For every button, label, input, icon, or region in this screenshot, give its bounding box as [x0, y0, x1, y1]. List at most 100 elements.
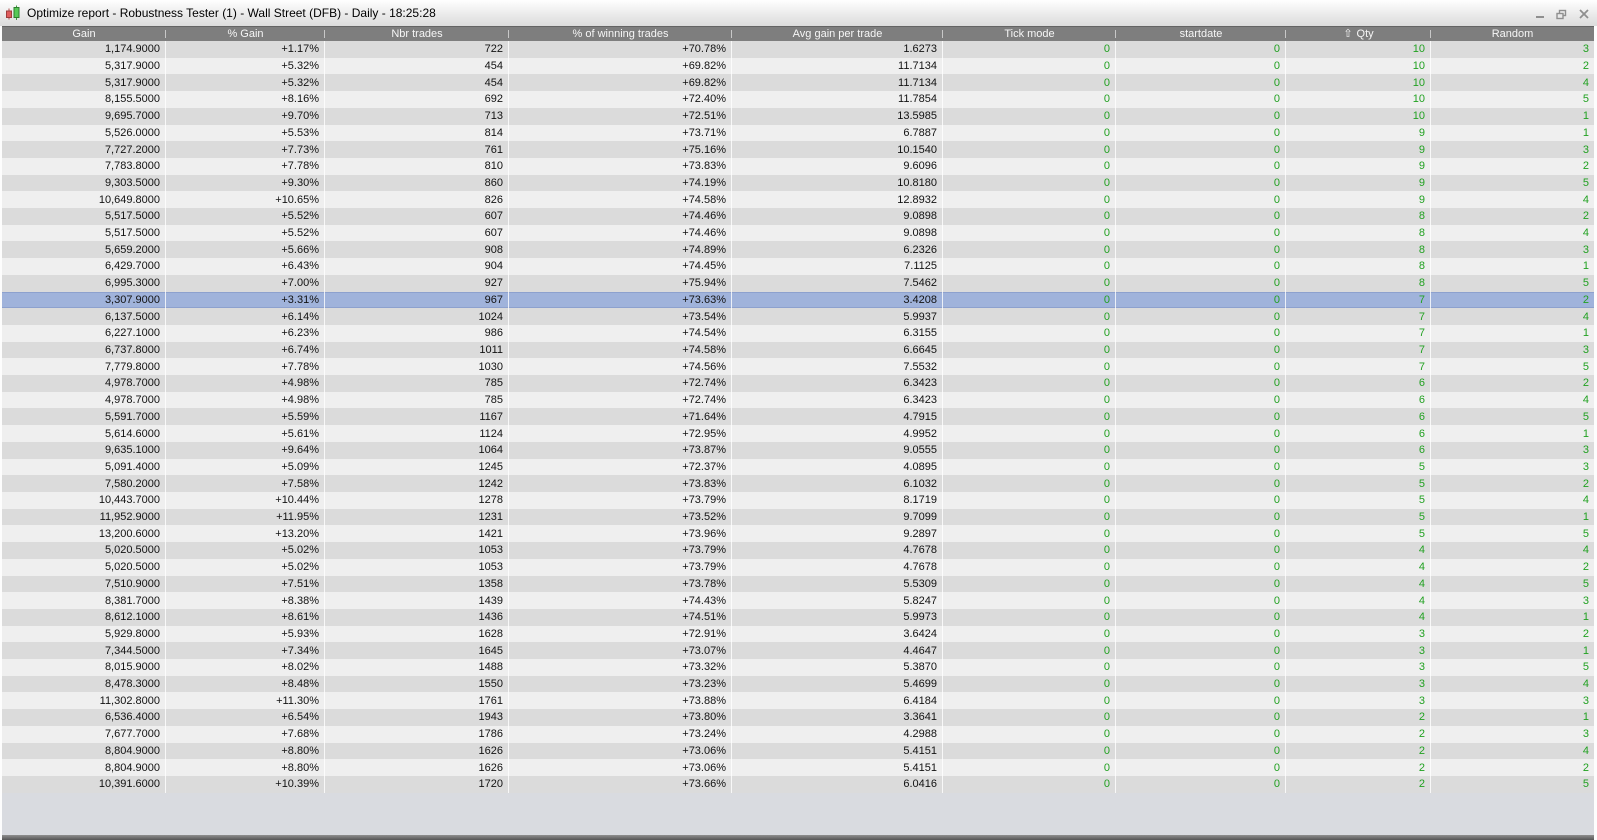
cell-random[interactable]: 4: [1431, 542, 1594, 559]
cell-gain[interactable]: 7,510.9000: [2, 575, 166, 593]
cell-tick-mode[interactable]: 0: [943, 375, 1116, 392]
cell-tick-mode[interactable]: 0: [943, 425, 1116, 442]
cell-startdate[interactable]: 0: [1116, 441, 1286, 459]
cell-nbr-trades[interactable]: 607: [325, 224, 509, 242]
cell-random[interactable]: 2: [1431, 292, 1594, 309]
cell-nbr-trades[interactable]: 810: [325, 157, 509, 175]
cell-startdate[interactable]: 0: [1116, 391, 1286, 409]
cell-avg-gain[interactable]: 7.1125: [732, 258, 943, 275]
cell-tick-mode[interactable]: 0: [943, 391, 1116, 409]
cell-avg-gain[interactable]: 12.8932: [732, 191, 943, 209]
cell-startdate[interactable]: 0: [1116, 491, 1286, 509]
cell-avg-gain[interactable]: 6.7887: [732, 124, 943, 142]
cell-pct-gain[interactable]: +6.43%: [166, 258, 325, 275]
cell-tick-mode[interactable]: 0: [943, 341, 1116, 359]
cell-nbr-trades[interactable]: 761: [325, 141, 509, 158]
cell-nbr-trades[interactable]: 1436: [325, 608, 509, 626]
cell-pct-winning[interactable]: +74.58%: [509, 341, 732, 359]
cell-pct-gain[interactable]: +11.30%: [166, 692, 325, 710]
cell-avg-gain[interactable]: 5.5309: [732, 575, 943, 593]
cell-gain[interactable]: 5,091.4000: [2, 458, 166, 476]
table-row[interactable]: 5,517.5000 +5.52% 607 +74.46% 9.0898 0 0 8 4: [2, 224, 1594, 242]
cell-qty[interactable]: 3: [1286, 642, 1431, 660]
cell-avg-gain[interactable]: 6.0416: [732, 775, 943, 793]
cell-nbr-trades[interactable]: 785: [325, 391, 509, 409]
cell-pct-winning[interactable]: +72.51%: [509, 107, 732, 125]
cell-pct-winning[interactable]: +74.46%: [509, 208, 732, 225]
table-row[interactable]: 8,015.9000 +8.02% 1488 +73.32% 5.3870 0 0 3 5: [2, 659, 1594, 676]
cell-nbr-trades[interactable]: 1231: [325, 508, 509, 526]
cell-pct-winning[interactable]: +72.37%: [509, 458, 732, 476]
table-row[interactable]: 11,952.9000 +11.95% 1231 +73.52% 9.7099 0 0 5 1: [2, 508, 1594, 526]
cell-avg-gain[interactable]: 9.0898: [732, 224, 943, 242]
cell-pct-winning[interactable]: +75.94%: [509, 274, 732, 292]
cell-pct-winning[interactable]: +72.95%: [509, 425, 732, 442]
cell-pct-winning[interactable]: +74.58%: [509, 191, 732, 209]
cell-nbr-trades[interactable]: 1761: [325, 692, 509, 710]
cell-nbr-trades[interactable]: 1242: [325, 475, 509, 492]
cell-gain[interactable]: 6,227.1000: [2, 324, 166, 342]
cell-qty[interactable]: 10: [1286, 91, 1431, 108]
cell-pct-gain[interactable]: +8.80%: [166, 742, 325, 760]
cell-avg-gain[interactable]: 4.0895: [732, 458, 943, 476]
cell-startdate[interactable]: 0: [1116, 341, 1286, 359]
column-header-gain[interactable]: Gain: [2, 27, 166, 41]
cell-pct-gain[interactable]: +6.14%: [166, 308, 325, 325]
cell-tick-mode[interactable]: 0: [943, 542, 1116, 559]
cell-pct-gain[interactable]: +5.93%: [166, 625, 325, 643]
cell-gain[interactable]: 8,155.5000: [2, 91, 166, 108]
column-header-nbr-trades[interactable]: Nbr trades: [325, 27, 509, 41]
cell-avg-gain[interactable]: 4.7678: [732, 542, 943, 559]
column-header-startdate[interactable]: startdate: [1116, 27, 1286, 41]
cell-gain[interactable]: 6,737.8000: [2, 341, 166, 359]
cell-avg-gain[interactable]: 9.7099: [732, 508, 943, 526]
cell-avg-gain[interactable]: 4.7678: [732, 558, 943, 576]
cell-qty[interactable]: 8: [1286, 241, 1431, 259]
cell-pct-winning[interactable]: +73.24%: [509, 725, 732, 743]
cell-gain[interactable]: 8,804.9000: [2, 759, 166, 776]
cell-pct-gain[interactable]: +5.32%: [166, 74, 325, 92]
cell-pct-gain[interactable]: +5.52%: [166, 208, 325, 225]
restore-button[interactable]: [1556, 9, 1567, 20]
close-button[interactable]: [1578, 9, 1589, 20]
cell-gain[interactable]: 6,429.7000: [2, 258, 166, 275]
cell-gain[interactable]: 13,200.6000: [2, 525, 166, 543]
cell-pct-gain[interactable]: +7.34%: [166, 642, 325, 660]
cell-pct-gain[interactable]: +3.31%: [166, 291, 325, 309]
cell-tick-mode[interactable]: 0: [943, 675, 1116, 693]
cell-random[interactable]: 1: [1431, 125, 1594, 142]
cell-gain[interactable]: 10,391.6000: [2, 775, 166, 793]
cell-avg-gain[interactable]: 10.8180: [732, 174, 943, 192]
cell-random[interactable]: 2: [1431, 626, 1594, 643]
cell-nbr-trades[interactable]: 814: [325, 124, 509, 142]
table-row[interactable]: 5,020.5000 +5.02% 1053 +73.79% 4.7678 0 0 4 4: [2, 542, 1594, 559]
table-row[interactable]: 7,779.8000 +7.78% 1030 +74.56% 7.5532 0 0 7 5: [2, 358, 1594, 376]
cell-pct-winning[interactable]: +74.46%: [509, 224, 732, 242]
cell-random[interactable]: 2: [1431, 375, 1594, 392]
cell-qty[interactable]: 3: [1286, 659, 1431, 676]
table-row[interactable]: 8,478.3000 +8.48% 1550 +73.23% 5.4699 0 0 3 4: [2, 675, 1594, 693]
cell-qty[interactable]: 4: [1286, 558, 1431, 576]
cell-gain[interactable]: 9,635.1000: [2, 441, 166, 459]
table-row[interactable]: 7,344.5000 +7.34% 1645 +73.07% 4.4647 0 0 3 1: [2, 642, 1594, 660]
cell-avg-gain[interactable]: 5.9973: [732, 608, 943, 626]
cell-avg-gain[interactable]: 4.4647: [732, 642, 943, 660]
cell-gain[interactable]: 7,677.7000: [2, 725, 166, 743]
minimize-button[interactable]: [1534, 9, 1545, 20]
cell-pct-gain[interactable]: +10.44%: [166, 491, 325, 509]
cell-nbr-trades[interactable]: 1358: [325, 575, 509, 593]
cell-tick-mode[interactable]: 0: [943, 107, 1116, 125]
cell-pct-gain[interactable]: +5.53%: [166, 124, 325, 142]
cell-pct-gain[interactable]: +5.02%: [166, 542, 325, 559]
cell-gain[interactable]: 7,344.5000: [2, 642, 166, 660]
cell-nbr-trades[interactable]: 1645: [325, 642, 509, 660]
cell-nbr-trades[interactable]: 1245: [325, 458, 509, 476]
cell-gain[interactable]: 4,978.7000: [2, 391, 166, 409]
cell-avg-gain[interactable]: 10.1540: [732, 141, 943, 158]
table-row[interactable]: 7,510.9000 +7.51% 1358 +73.78% 5.5309 0 0 4 5: [2, 575, 1594, 593]
cell-pct-gain[interactable]: +13.20%: [166, 525, 325, 543]
cell-nbr-trades[interactable]: 1943: [325, 709, 509, 726]
cell-startdate[interactable]: 0: [1116, 592, 1286, 609]
cell-random[interactable]: 3: [1431, 726, 1594, 743]
cell-startdate[interactable]: 0: [1116, 759, 1286, 776]
